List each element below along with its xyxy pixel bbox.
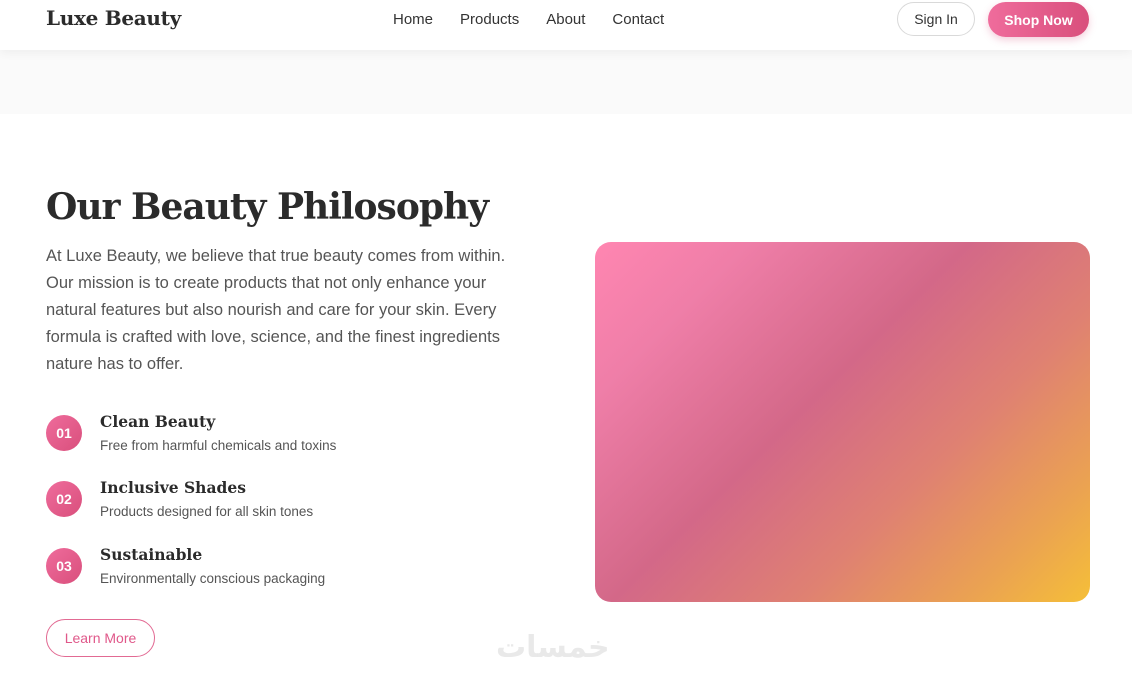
feature-description: Free from harmful chemicals and toxins: [100, 438, 337, 453]
feature-title: Inclusive Shades: [100, 478, 246, 497]
watermark-logo: خمسات: [496, 630, 610, 665]
feature-inclusive-shades: 02 Inclusive Shades Products designed fo…: [46, 478, 466, 531]
sign-in-button[interactable]: Sign In: [897, 2, 975, 36]
philosophy-gradient-image: [595, 242, 1090, 602]
nav-contact[interactable]: Contact: [612, 11, 664, 28]
shop-now-button[interactable]: Shop Now: [988, 2, 1089, 37]
feature-clean-beauty: 01 Clean Beauty Free from harmful chemic…: [46, 412, 466, 465]
feature-description: Environmentally conscious packaging: [100, 571, 326, 586]
learn-more-button[interactable]: Learn More: [46, 619, 155, 657]
section-description: At Luxe Beauty, we believe that true bea…: [46, 247, 506, 373]
feature-description: Products designed for all skin tones: [100, 504, 314, 519]
feature-title: Sustainable: [100, 545, 203, 564]
brand-logo[interactable]: Luxe Beauty: [46, 6, 181, 30]
feature-number-badge: 01: [46, 415, 82, 451]
site-header: Luxe Beauty Home Products About Contact …: [0, 0, 1132, 50]
feature-number-badge: 02: [46, 481, 82, 517]
nav-products[interactable]: Products: [460, 11, 519, 28]
feature-number-badge: 03: [46, 548, 82, 584]
feature-sustainable: 03 Sustainable Environmentally conscious…: [46, 545, 466, 598]
hero-bottom-band: [0, 50, 1132, 114]
section-title: Our Beauty Philosophy: [46, 186, 489, 228]
nav-home[interactable]: Home: [393, 11, 433, 28]
feature-title: Clean Beauty: [100, 412, 216, 431]
main-nav: Home Products About Contact: [393, 11, 664, 28]
nav-about[interactable]: About: [546, 11, 585, 28]
